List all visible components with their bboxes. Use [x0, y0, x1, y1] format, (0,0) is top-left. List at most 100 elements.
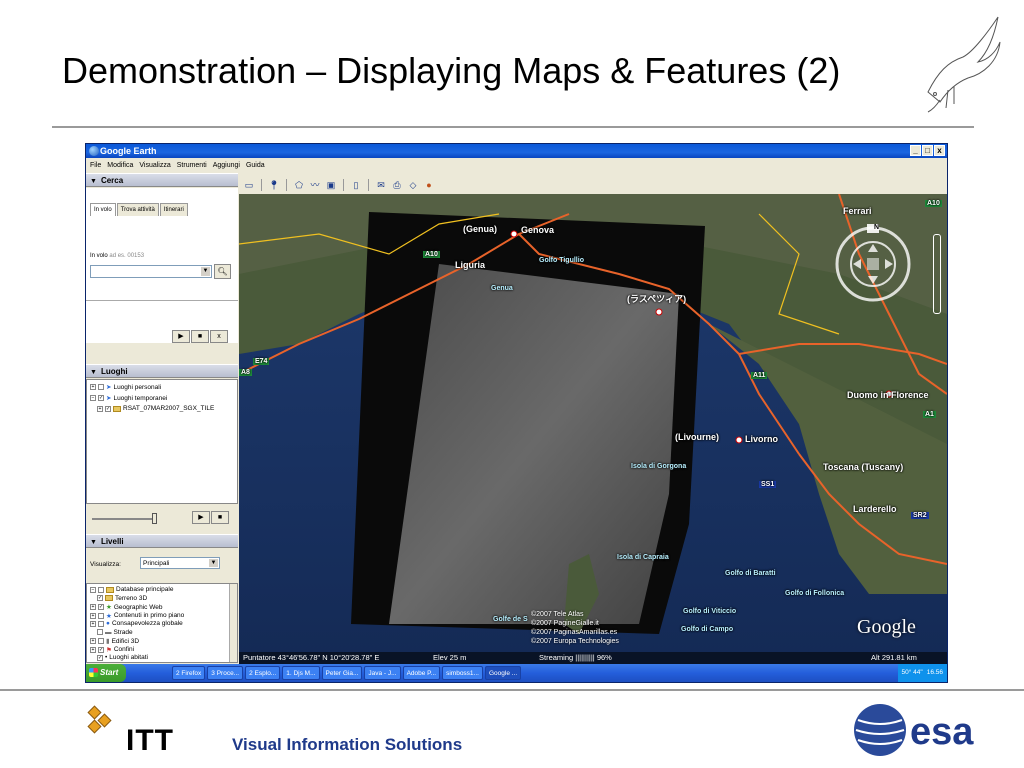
task-peter[interactable]: Peter Gia... — [321, 666, 363, 680]
label-duomo-florence[interactable]: Duomo in Florence — [847, 390, 929, 400]
menu-file[interactable]: File — [90, 159, 101, 172]
expand-icon[interactable]: + — [90, 384, 96, 390]
menu-visualizza[interactable]: Visualizza — [139, 159, 170, 172]
fly-to-input[interactable]: ▼ — [90, 265, 212, 278]
expand-icon[interactable]: + — [90, 604, 96, 610]
opacity-slider-thumb[interactable] — [152, 513, 157, 524]
email-icon[interactable]: ✉ — [375, 179, 387, 191]
sidebar-toggle-icon[interactable]: ▭ — [243, 179, 255, 191]
start-button[interactable]: Start — [86, 664, 126, 682]
checkbox[interactable]: ✓ — [105, 405, 111, 412]
checkbox[interactable]: ✓ — [98, 395, 104, 401]
layer-confini[interactable]: + ✓ ⚑ Confini — [90, 646, 134, 654]
layer-database-principale[interactable]: − Database principale — [90, 586, 173, 593]
expand-icon[interactable]: + — [90, 620, 96, 627]
image-overlay-icon[interactable]: ▣ — [325, 179, 337, 191]
task-simboss[interactable]: simboss1... — [442, 666, 483, 680]
layer-luoghi-abitati[interactable]: ✓ • Luoghi abitati — [97, 654, 148, 661]
label-ferrari[interactable]: Ferrari — [843, 206, 872, 216]
task-firefox[interactable]: 2 Firefox — [172, 666, 206, 680]
task-adobe[interactable]: Adobe P... — [402, 666, 441, 680]
tree-item-luoghi-personali[interactable]: + ➤ Luoghi personali — [90, 383, 161, 391]
label-golfo-follonica[interactable]: Golfo di Follonica — [785, 590, 844, 597]
menu-guida[interactable]: Guida — [246, 159, 265, 172]
opacity-slider-track[interactable] — [92, 518, 156, 520]
clock[interactable]: 16.56 — [927, 664, 943, 682]
task-explorer[interactable]: 2 Esplo... — [245, 666, 281, 680]
print-icon[interactable]: ⎙ — [391, 179, 403, 191]
layer-geographic-web[interactable]: + ✓ ★ Geographic Web — [90, 603, 163, 611]
tab-in-volo[interactable]: In volo — [90, 203, 116, 216]
maximize-button[interactable]: □ — [922, 145, 933, 156]
label-livourne[interactable]: (Livourne) — [675, 432, 719, 442]
layer-contenuti-primo-piano[interactable]: + ★ Contenuti in primo piano — [90, 612, 184, 620]
label-genova[interactable]: Genova — [521, 225, 554, 235]
search-button[interactable]: 🔍︎ — [214, 264, 231, 279]
visualizza-select[interactable]: Principali ▼ — [140, 557, 220, 569]
menu-modifica[interactable]: Modifica — [107, 159, 133, 172]
task-processes[interactable]: 3 Proce... — [207, 666, 244, 680]
task-google-earth[interactable]: Google ... — [484, 666, 522, 680]
checkbox[interactable]: ✓ — [98, 646, 104, 653]
layer-strade[interactable]: ▬ Strade — [97, 629, 133, 636]
polygon-icon[interactable]: ⬠ — [293, 179, 305, 191]
label-genua-sea[interactable]: Genua — [491, 285, 513, 292]
checkbox[interactable] — [98, 612, 104, 619]
checkbox[interactable] — [98, 638, 104, 644]
expand-icon[interactable]: + — [90, 612, 96, 619]
task-java[interactable]: Java - J... — [364, 666, 401, 680]
label-livorno[interactable]: Livorno — [745, 434, 778, 444]
checkbox[interactable] — [97, 629, 103, 635]
checkbox[interactable]: ✓ — [98, 604, 104, 610]
close-button[interactable]: x — [934, 145, 945, 156]
label-toscana[interactable]: Toscana (Tuscany) — [823, 462, 903, 472]
dropdown-arrow-icon[interactable]: ▼ — [201, 267, 210, 276]
label-larderello[interactable]: Larderello — [853, 504, 897, 514]
label-golfo-viticcio[interactable]: Golfo di Viticcio — [683, 608, 736, 615]
livelli-header[interactable]: ▼ Livelli — [86, 534, 238, 548]
window-titlebar[interactable]: Google Earth _ □ x — [86, 144, 947, 158]
checkbox[interactable]: ✓ — [97, 654, 103, 661]
navigation-control[interactable] — [833, 224, 913, 324]
label-la-spezia[interactable]: (ラスペツィア) — [627, 292, 686, 305]
collapse-icon[interactable]: − — [90, 395, 96, 401]
layer-edifici-3d[interactable]: + ▮ Edifici 3D — [90, 637, 139, 645]
label-golfo-tigullio[interactable]: Golfo Tigullio — [539, 257, 584, 264]
tab-trova-attivita[interactable]: Trova attività — [116, 203, 159, 216]
checkbox[interactable]: ✓ — [97, 595, 103, 601]
layer-consapevolezza-globale[interactable]: + ● Consapevolezza globale — [90, 620, 183, 627]
play-button[interactable]: ▶ — [172, 330, 190, 343]
clear-button[interactable]: x — [210, 330, 228, 343]
layer-terreno-3d[interactable]: ✓ Terreno 3D — [97, 595, 147, 602]
label-genua[interactable]: (Genua) — [463, 224, 497, 234]
expand-icon[interactable]: + — [90, 638, 96, 644]
tab-itinerari[interactable]: Itinerari — [159, 203, 188, 216]
luoghi-header[interactable]: ▼ Luoghi — [86, 364, 238, 378]
tree-item-luoghi-temporanei[interactable]: − ✓ ➤ Luoghi temporanei — [90, 394, 167, 402]
compass-north[interactable]: N — [874, 224, 879, 231]
dropdown-arrow-icon[interactable]: ▼ — [209, 559, 218, 567]
menu-aggiungi[interactable]: Aggiungi — [213, 159, 240, 172]
tour-stop-button[interactable]: ■ — [211, 511, 229, 524]
path-icon[interactable]: 〰 — [309, 179, 321, 191]
placemark-icon[interactable]: 📍︎ — [268, 179, 280, 191]
task-djs[interactable]: 1. Djs M... — [282, 666, 320, 680]
checkbox[interactable] — [98, 620, 104, 627]
stop-button[interactable]: ■ — [191, 330, 209, 343]
collapse-icon[interactable]: − — [90, 586, 96, 593]
sky-icon[interactable]: ● — [423, 179, 435, 191]
expand-icon[interactable]: + — [97, 405, 103, 412]
cerca-header[interactable]: ▼ Cerca — [86, 173, 238, 187]
checkbox[interactable] — [98, 586, 104, 593]
checkbox[interactable] — [98, 384, 104, 390]
zoom-slider[interactable] — [933, 234, 941, 314]
menu-strumenti[interactable]: Strumenti — [177, 159, 207, 172]
label-golfe-de[interactable]: Golfe de S — [493, 616, 528, 623]
ruler-icon[interactable]: ▯ — [350, 179, 362, 191]
label-liguria[interactable]: Liguria — [455, 260, 485, 270]
tour-play-button[interactable]: ▶ — [192, 511, 210, 524]
google-maps-icon[interactable]: ◇ — [407, 179, 419, 191]
minimize-button[interactable]: _ — [910, 145, 921, 156]
map-view[interactable]: (Genua) Genova Liguria Golfo Tigullio Ge… — [239, 194, 947, 664]
label-isola-gorgona[interactable]: Isola di Gorgona — [631, 463, 686, 470]
